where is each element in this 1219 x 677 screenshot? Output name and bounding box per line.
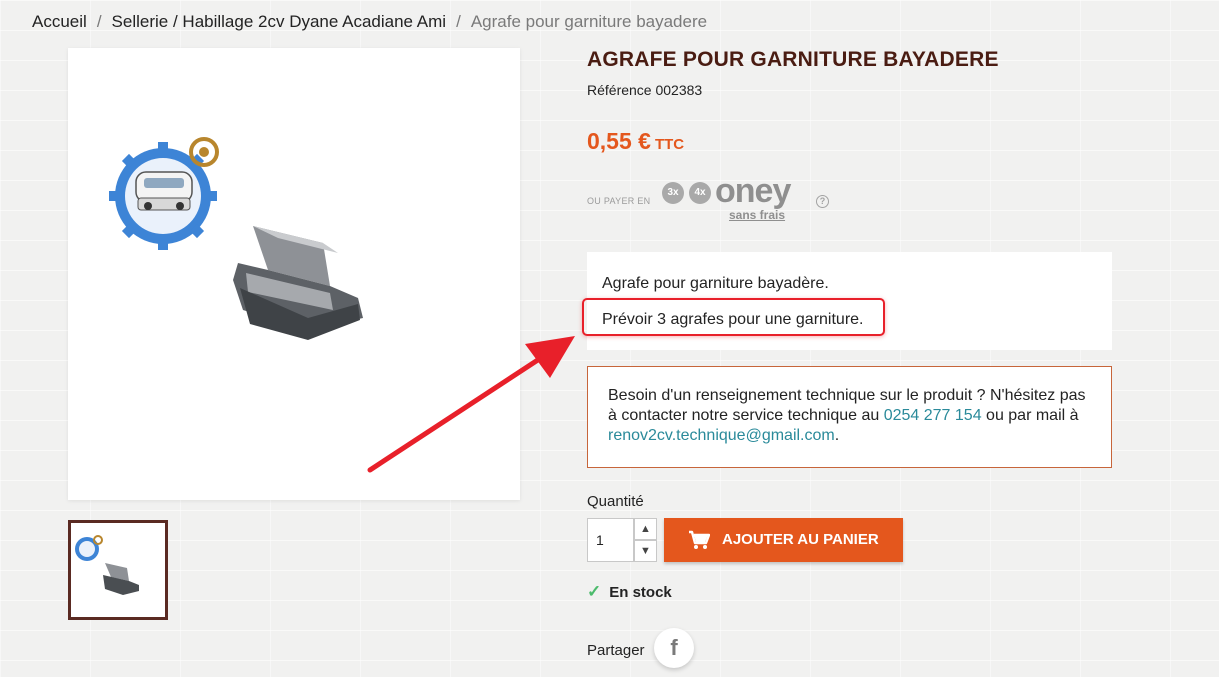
- support-email-link[interactable]: renov2cv.technique@gmail.com: [608, 427, 835, 444]
- oney-payment-widget[interactable]: OU PAYER EN 3x 4x oney sans frais ?: [587, 172, 847, 224]
- gear-logo-icon: [109, 137, 219, 250]
- stock-status: ✓ En stock: [587, 582, 672, 602]
- add-to-cart-label: AJOUTER AU PANIER: [722, 531, 879, 548]
- product-thumbnail[interactable]: [68, 520, 168, 620]
- support-text: .: [834, 427, 840, 444]
- clip-part-icon: [233, 226, 363, 340]
- oney-prefix: OU PAYER EN: [587, 196, 651, 206]
- breadcrumb-separator: /: [456, 12, 461, 31]
- help-icon[interactable]: ?: [816, 195, 829, 208]
- support-text: ou par mail à: [981, 407, 1079, 424]
- breadcrumb-home-link[interactable]: Accueil: [32, 12, 87, 31]
- product-description: Agrafe pour garniture bayadère. Prévoir …: [582, 252, 1112, 350]
- technical-support-box: Besoin d'un renseignement technique sur …: [587, 366, 1112, 468]
- breadcrumb-current: Agrafe pour garniture bayadere: [470, 12, 708, 31]
- quantity-up-button[interactable]: ▲: [634, 518, 657, 540]
- oney-sans-frais: sans frais: [729, 208, 786, 222]
- breadcrumb-category-link[interactable]: Sellerie / Habillage 2cv Dyane Acadiane …: [112, 12, 447, 31]
- quantity-label: Quantité: [587, 493, 644, 510]
- breadcrumb: Accueil / Sellerie / Habillage 2cv Dyane A…: [32, 12, 707, 32]
- description-line: Agrafe pour garniture bayadère.: [602, 275, 829, 292]
- oney-badge-3x: 3x: [662, 182, 684, 204]
- stock-label: En stock: [609, 584, 672, 601]
- facebook-share-icon[interactable]: f: [654, 628, 694, 668]
- cart-icon: [689, 530, 710, 549]
- quantity-input[interactable]: [587, 518, 634, 562]
- check-icon: ✓: [587, 582, 602, 601]
- price-suffix: TTC: [654, 136, 685, 153]
- description-line-highlighted: Prévoir 3 agrafes pour une garniture.: [602, 311, 864, 328]
- product-title: AGRAFE POUR GARNITURE BAYADERE: [587, 48, 999, 71]
- share-label: Partager: [587, 642, 645, 659]
- price-value: 0,55 €: [587, 128, 651, 154]
- oney-badge-4x: 4x: [689, 182, 711, 204]
- oney-logo: oney: [715, 172, 791, 210]
- red-arrow-icon: [367, 336, 575, 473]
- quantity-down-button[interactable]: ▼: [634, 540, 657, 562]
- product-price: 0,55 € TTC: [587, 128, 684, 155]
- add-to-cart-button[interactable]: AJOUTER AU PANIER: [664, 518, 903, 562]
- product-reference: Référence 002383: [587, 82, 703, 98]
- support-phone-link[interactable]: 0254 277 154: [884, 407, 982, 424]
- breadcrumb-separator: /: [96, 12, 102, 31]
- thumbnail-graphic: [75, 535, 139, 595]
